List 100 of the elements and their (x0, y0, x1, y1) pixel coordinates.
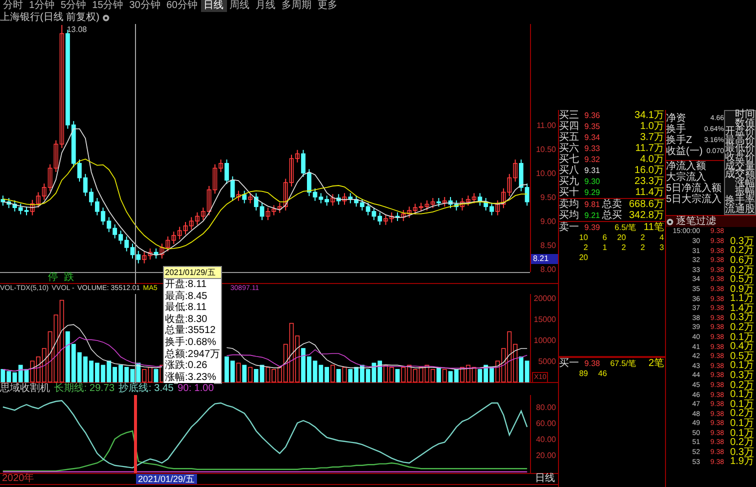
order-level-label: 买十 (559, 187, 580, 198)
order-price: 9.36 (583, 111, 600, 120)
indicator-axis-label: 60.00 (536, 419, 556, 428)
total-label: 总卖 (602, 199, 622, 210)
tick-volume: 0.2万 (729, 266, 754, 276)
volume-axis-label: 10000 (534, 336, 556, 346)
settings-icon[interactable] (666, 218, 674, 226)
tick-volume: 1.1万 (729, 294, 754, 304)
event-marker[interactable]: 停 (48, 273, 58, 283)
order-level-label: 买八 (559, 165, 580, 176)
price-axis-label: 8.50 (540, 241, 556, 250)
period-tab[interactable]: 5分钟 (58, 0, 90, 12)
tooltip-line: 开盘:8.11 (164, 279, 208, 290)
order-volume: 34.1万 (634, 110, 665, 121)
price-axis-label: 11.00 (536, 120, 556, 130)
menu-item[interactable]: 成交额 (725, 171, 755, 180)
menu-item[interactable]: 流通股 (725, 206, 755, 214)
volume-axis-label: 5000 (538, 357, 556, 366)
flow-label: 5日大宗流入 (666, 194, 723, 205)
period-tab[interactable]: 30分钟 (126, 0, 164, 12)
indicator-value: 长期线: 29.73 (54, 383, 115, 395)
tooltip-line: 最高:8.45 (164, 290, 208, 302)
tooltip-line: 涨跌:0.26 (164, 360, 208, 372)
queue-order: 2 (582, 243, 588, 253)
tooltip-line: 总量:35512 (164, 325, 217, 336)
order-level-label: 买六 (559, 143, 580, 154)
tick-volume: 0.3万 (729, 371, 754, 381)
period-tab[interactable]: 15分钟 (89, 0, 126, 12)
menu-item[interactable]: 最低价 (725, 145, 755, 154)
order-level-label: 买一 (559, 358, 580, 369)
order-volume: 3.7万 (639, 132, 665, 143)
cursor-date-label: 2021/01/29/五 (136, 474, 197, 484)
period-tab[interactable]: 日线 (200, 0, 226, 12)
high-price-label: 13.08 (66, 25, 87, 34)
menu-item[interactable]: 时间 (735, 111, 755, 120)
tick-volume: 0.1万 (729, 419, 754, 429)
tick-volume: 0.1万 (729, 400, 754, 410)
queue-order: 20 (578, 253, 588, 263)
order-volume: 23.3万 (634, 176, 665, 187)
period-tab[interactable]: 周线 (226, 0, 252, 12)
menu-item[interactable]: 最高价 (725, 136, 755, 146)
order-volume: 1.0万 (639, 121, 665, 132)
queue-order: 89 (578, 369, 588, 379)
queue-order: 46 (597, 369, 607, 379)
total-label: 总买 (602, 210, 622, 221)
tick-volume: 0.9万 (729, 284, 754, 294)
average-price: 9.21 (583, 211, 600, 220)
tick-volume: 1.9万 (729, 457, 754, 467)
price-axis-label: 8.00 (540, 265, 556, 274)
settings-icon[interactable] (102, 14, 110, 22)
menu-item[interactable]: 开盘价 (725, 128, 755, 137)
tick-volume: 0.2万 (729, 246, 754, 256)
flow-label: 净流入额 (666, 161, 707, 172)
indicator-name[interactable]: 思域收割机 (0, 383, 50, 395)
order-price: 9.39 (583, 223, 600, 232)
menu-item[interactable]: 成交量 (725, 162, 755, 172)
tick-volume: 0.1万 (729, 390, 754, 400)
queue-order: 2 (640, 233, 645, 243)
tick-volume: 0.3万 (729, 236, 754, 246)
period-tab[interactable]: 60分钟 (163, 0, 200, 12)
order-price: 9.30 (583, 177, 600, 186)
order-level-label: 卖一 (559, 222, 580, 233)
queue-order: 3 (658, 243, 664, 253)
order-price: 9.31 (583, 166, 600, 175)
queue-order: 2 (640, 243, 645, 253)
period-tab[interactable]: 1分钟 (26, 0, 58, 12)
stat-label: 收益(一) (666, 146, 703, 157)
menu-item[interactable]: 振幅 (735, 188, 755, 197)
tooltip-line: 总额:2947万 (164, 348, 222, 360)
volume-axis-label: 20000 (534, 294, 556, 304)
menu-item[interactable]: 涨幅 (735, 180, 755, 188)
event-marker[interactable]: 跌 (64, 273, 74, 283)
order-level-label: 买七 (559, 154, 580, 165)
menu-item[interactable]: 收盘价 (725, 154, 755, 163)
tick-volume: 0.3万 (729, 313, 754, 324)
tick-volume: 0.1万 (729, 428, 754, 438)
indicator-value: 抄底线: 3.45 (118, 383, 174, 395)
tick-volume: 0.2万 (729, 380, 754, 390)
tick-volume: 0.5万 (729, 275, 754, 285)
order-volume: 11.4万 (634, 187, 665, 198)
price-axis-label: 9.50 (540, 193, 556, 202)
tick-volume: 0.5万 (729, 352, 754, 362)
tick-volume: 0.4万 (729, 342, 754, 352)
total-volume: 342.8万 (628, 210, 665, 221)
menu-item[interactable]: 数值 (735, 120, 755, 128)
order-level-label: 买三 (559, 110, 580, 121)
period-tab[interactable]: 更多 (314, 0, 340, 12)
period-tab[interactable]: 分时 (0, 0, 26, 12)
menu-item[interactable]: 换手率 (725, 196, 755, 206)
per-order-volume: 67.5/笔 (609, 358, 636, 369)
period-tab[interactable]: 多周期 (278, 0, 314, 12)
queue-order: 6 (602, 233, 607, 243)
order-count: 2笔 (647, 358, 665, 369)
order-count: 11笔 (642, 222, 665, 233)
period-tab[interactable]: 月线 (252, 0, 278, 12)
price-axis-label: 9.00 (540, 217, 556, 226)
tick-volume: 0.2万 (729, 409, 754, 419)
order-price: 9.33 (583, 144, 600, 153)
tooltip-line: 涨幅:3.23% (164, 372, 218, 384)
average-label: 卖均 (559, 199, 580, 210)
